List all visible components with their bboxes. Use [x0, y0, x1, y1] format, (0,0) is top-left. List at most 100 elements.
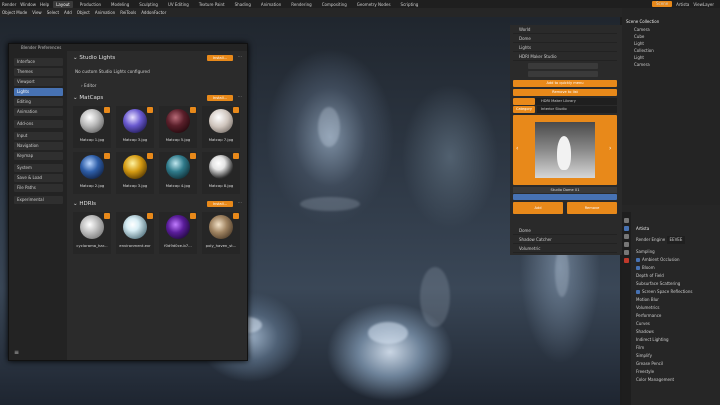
- matcap-card[interactable]: Matcap 4.jpg: [159, 152, 197, 194]
- prop-curves[interactable]: Curves: [636, 320, 720, 328]
- menu-reitools[interactable]: ReiTools: [120, 10, 136, 15]
- add-button[interactable]: Add: [513, 202, 563, 214]
- menu-select[interactable]: Select: [47, 10, 59, 15]
- object-mode-dropdown[interactable]: Object Mode: [2, 10, 27, 15]
- remove-button[interactable]: Remove to list: [513, 89, 617, 96]
- nav-keymap[interactable]: Keymap: [14, 152, 63, 160]
- more-options-icon[interactable]: ⋯: [237, 95, 243, 101]
- tab-rendering[interactable]: Rendering: [288, 1, 314, 8]
- matcap-card[interactable]: Matcap 5.jpg: [159, 106, 197, 148]
- tab-sculpting[interactable]: Sculpting: [136, 1, 161, 8]
- matcap-card[interactable]: Matcap 3.jpg: [116, 152, 154, 194]
- remove-tag-icon[interactable]: [190, 107, 196, 113]
- nav-lights[interactable]: Lights: [14, 88, 63, 96]
- outliner-row[interactable]: Camera: [626, 61, 718, 68]
- outliner-row[interactable]: Light: [626, 54, 718, 61]
- tab-production[interactable]: Production: [77, 1, 104, 8]
- tab-modeling[interactable]: Modeling: [108, 1, 132, 8]
- scene-tab-icon[interactable]: [624, 250, 629, 255]
- nav-save-load[interactable]: Save & Load: [14, 174, 63, 182]
- panel-dome-settings[interactable]: Dome: [513, 227, 617, 235]
- tab-layout[interactable]: Layout: [53, 0, 73, 8]
- nav-editing[interactable]: Editing: [14, 98, 63, 106]
- remove-tag-icon[interactable]: [190, 213, 196, 219]
- matcaps-install-button[interactable]: Install...: [207, 95, 233, 101]
- menu-addonfactor[interactable]: AddonFactor: [141, 10, 166, 15]
- menu-help[interactable]: Help: [40, 2, 49, 7]
- hdris-install-button[interactable]: Install...: [207, 201, 233, 207]
- nav-animation[interactable]: Animation: [14, 108, 63, 116]
- prop-performance[interactable]: Performance: [636, 312, 720, 320]
- nav-system[interactable]: System: [14, 164, 63, 172]
- resolution-selector[interactable]: [513, 194, 617, 200]
- toggle-option[interactable]: [528, 63, 598, 69]
- menu-animation[interactable]: Animation: [95, 10, 115, 15]
- hdri-preview-image[interactable]: [535, 122, 595, 178]
- matcap-card[interactable]: Matcap 3.jpg: [116, 106, 154, 148]
- scene-collection[interactable]: Scene Collection: [626, 18, 718, 25]
- menu-object[interactable]: Object: [77, 10, 90, 15]
- hdri-card[interactable]: poly_haven_st...: [202, 212, 240, 254]
- hamburger-menu-icon[interactable]: ≡: [14, 350, 20, 356]
- outliner-row[interactable]: Camera: [626, 26, 718, 33]
- more-options-icon[interactable]: ⋯: [237, 201, 243, 207]
- remove-tag-icon[interactable]: [104, 153, 110, 159]
- checkbox-icon[interactable]: [636, 258, 640, 262]
- view-layer-tab-icon[interactable]: [624, 242, 629, 247]
- studio-lights-install-button[interactable]: Install...: [207, 55, 233, 61]
- menu-window[interactable]: Window: [20, 2, 36, 7]
- hdri-card[interactable]: cyclorama_har...: [73, 212, 111, 254]
- tab-texture-paint[interactable]: Texture Paint: [196, 1, 228, 8]
- prop-sampling[interactable]: Sampling: [636, 248, 720, 256]
- remove-tag-icon[interactable]: [147, 107, 153, 113]
- prop-volumetrics[interactable]: Volumetrics: [636, 304, 720, 312]
- prop-ambient-occlusion[interactable]: Ambient Occlusion: [636, 256, 720, 264]
- menu-render[interactable]: Render: [2, 2, 16, 7]
- hdri-card[interactable]: environment.exr: [116, 212, 154, 254]
- scene-selector[interactable]: Scene: [651, 1, 673, 7]
- prop-motion-blur[interactable]: Motion Blur: [636, 296, 720, 304]
- tab-uv-editing[interactable]: UV Editing: [165, 1, 192, 8]
- prop-shadows[interactable]: Shadows: [636, 328, 720, 336]
- category-dropdown[interactable]: Interior Studio: [537, 106, 617, 113]
- nav-navigation[interactable]: Navigation: [14, 142, 63, 150]
- matcap-card[interactable]: Matcap 7.jpg: [202, 106, 240, 148]
- tab-shading[interactable]: Shading: [232, 1, 254, 8]
- nav-file-paths[interactable]: File Paths: [14, 184, 63, 192]
- outliner-row[interactable]: Collection: [626, 47, 718, 54]
- toggle-option[interactable]: [528, 71, 598, 77]
- studio-lights-header[interactable]: ⌄ Studio Lights: [73, 55, 115, 61]
- remove-tag-icon[interactable]: [147, 153, 153, 159]
- panel-shadow-catcher[interactable]: Shadow Catcher: [513, 236, 617, 244]
- remove-tag-icon[interactable]: [233, 153, 239, 159]
- prop-bloom[interactable]: Bloom: [636, 264, 720, 272]
- panel-lights[interactable]: Lights: [513, 44, 617, 52]
- remove-hdri-button[interactable]: Remove: [567, 202, 617, 214]
- nav-themes[interactable]: Themes: [14, 68, 63, 76]
- checkbox-icon[interactable]: [636, 266, 640, 270]
- remove-tag-icon[interactable]: [233, 213, 239, 219]
- prop-freestyle[interactable]: Freestyle: [636, 368, 720, 376]
- render-tab-icon[interactable]: [624, 226, 629, 231]
- tab-geometry-nodes[interactable]: Geometry Nodes: [354, 1, 394, 8]
- hdris-header[interactable]: ⌄ HDRIs: [73, 201, 96, 207]
- menu-view[interactable]: View: [32, 10, 42, 15]
- hdri-card[interactable]: f0d9d0ce-b7...: [159, 212, 197, 254]
- nav-input[interactable]: Input: [14, 132, 63, 140]
- prop-ssr[interactable]: Screen Space Reflections: [636, 288, 720, 296]
- tab-compositing[interactable]: Compositing: [319, 1, 350, 8]
- tab-animation[interactable]: Animation: [258, 1, 284, 8]
- nav-interface[interactable]: Interface: [14, 58, 63, 66]
- prev-arrow-icon[interactable]: ‹: [516, 145, 520, 153]
- remove-tag-icon[interactable]: [104, 107, 110, 113]
- sky-name-field[interactable]: Studio Dome 01: [513, 187, 617, 193]
- editor-subpanel[interactable]: › Editor: [81, 83, 96, 88]
- matcap-card[interactable]: Matcap 2.jpg: [73, 152, 111, 194]
- matcap-card[interactable]: Matcap 8.jpg: [202, 152, 240, 194]
- panel-world[interactable]: World: [513, 26, 617, 34]
- outliner-row[interactable]: Cube: [626, 33, 718, 40]
- prop-grease-pencil[interactable]: Grease Pencil: [636, 360, 720, 368]
- prop-subsurface[interactable]: Subsurface Scattering: [636, 280, 720, 288]
- prop-simplify[interactable]: Simplify: [636, 352, 720, 360]
- nav-add-ons[interactable]: Add-ons: [14, 120, 63, 128]
